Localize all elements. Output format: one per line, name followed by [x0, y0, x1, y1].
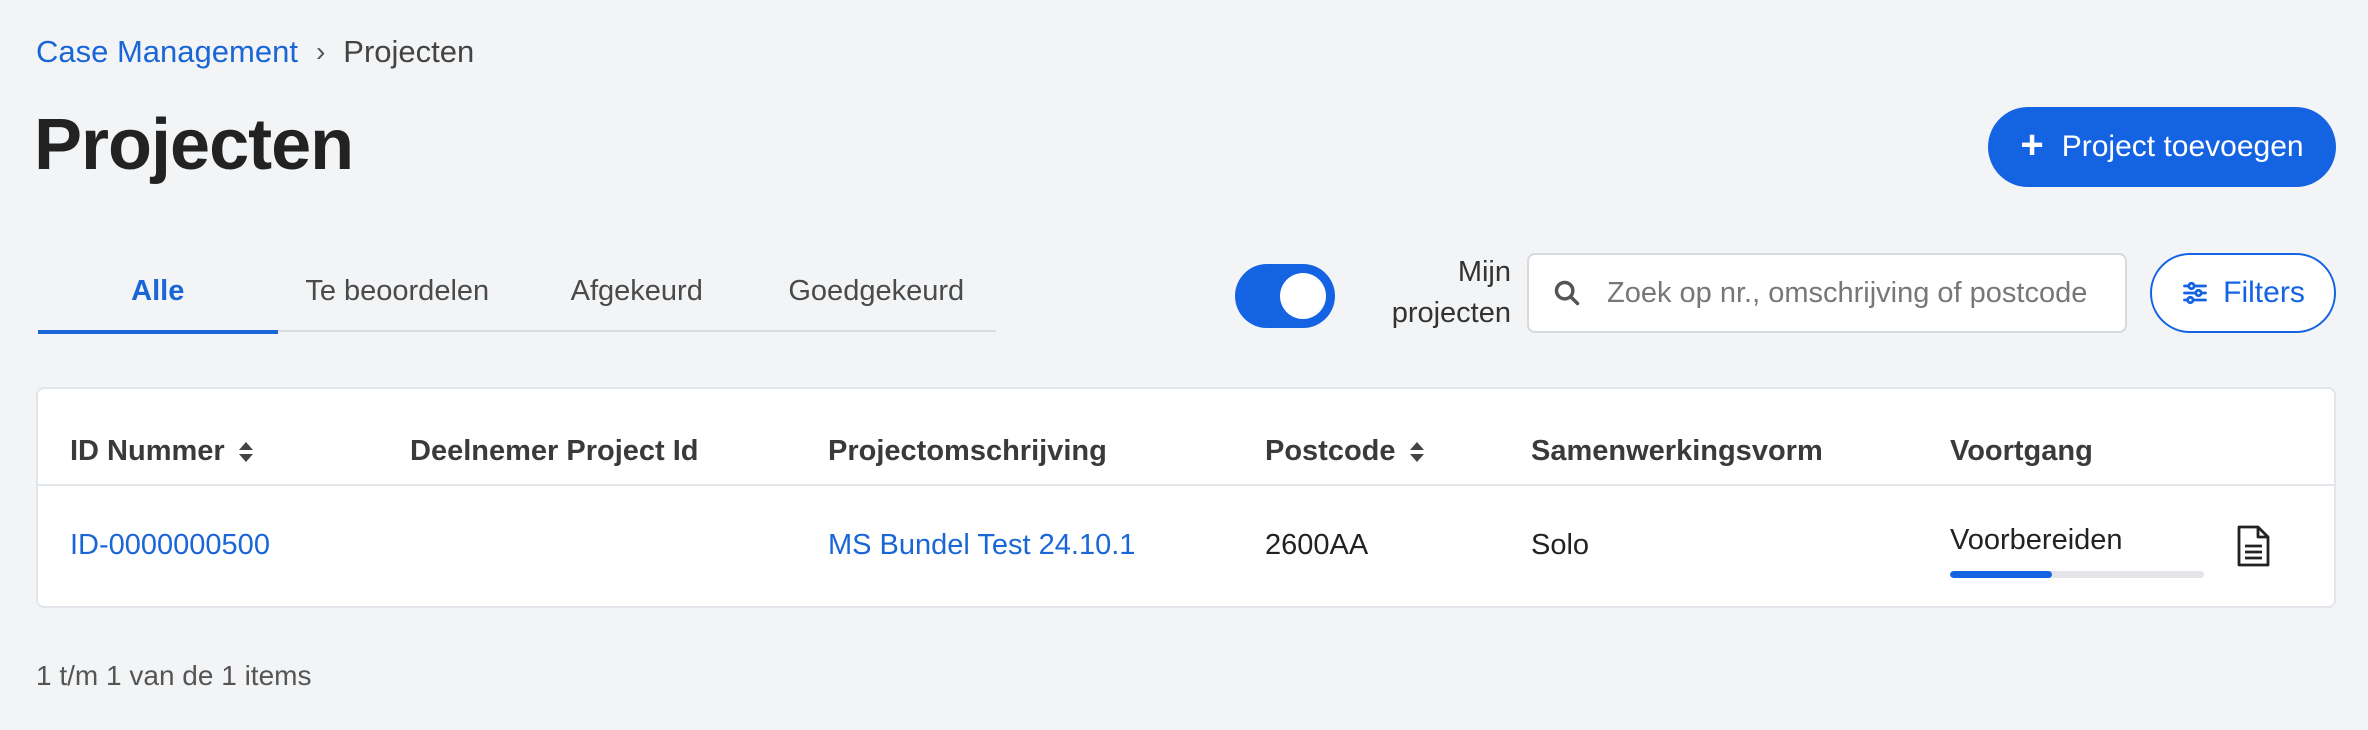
progress-label: Voorbereiden — [1950, 524, 2123, 556]
add-project-label: Project toevoegen — [2061, 130, 2304, 163]
my-projects-toggle[interactable] — [1235, 264, 1335, 328]
column-label: Samenwerkingsvorm — [1531, 435, 1823, 467]
tab-afgekeurd[interactable]: Afgekeurd — [517, 252, 757, 332]
column-deelnemer-project-id: Deelnemer Project Id — [410, 435, 699, 468]
breadcrumb-current: Projecten — [343, 34, 475, 69]
search-input[interactable] — [1607, 276, 2087, 310]
pagination-summary: 1 t/m 1 van de 1 items — [36, 660, 312, 691]
column-id-nummer[interactable]: ID Nummer — [70, 435, 253, 468]
cell-postcode: 2600AA — [1265, 529, 1369, 561]
table-header: ID Nummer Deelnemer Project Id Projectom… — [38, 389, 2334, 486]
toggle-knob — [1280, 273, 1326, 319]
sort-icon[interactable] — [1409, 441, 1424, 462]
breadcrumb-separator: › — [315, 36, 326, 67]
sliders-icon — [2183, 281, 2208, 305]
column-label: Deelnemer Project Id — [410, 435, 699, 467]
tab-te-beoordelen[interactable]: Te beoordelen — [278, 252, 518, 332]
filters-button[interactable]: Filters — [2150, 253, 2336, 333]
search-box — [1527, 253, 2127, 333]
cell-id[interactable]: ID-0000000500 — [70, 529, 270, 562]
sort-icon[interactable] — [238, 441, 253, 462]
cell-progress: Voorbereiden — [1950, 524, 2206, 578]
column-label: Voortgang — [1950, 435, 2093, 467]
breadcrumb: Case Management › Projecten — [36, 34, 474, 70]
column-label: Postcode — [1265, 435, 1396, 467]
column-projectomschrijving: Projectomschrijving — [828, 435, 1107, 468]
document-icon[interactable] — [2233, 524, 2273, 568]
column-voortgang: Voortgang — [1950, 435, 2093, 468]
projects-page: Case Management › Projecten Projecten + … — [0, 0, 2368, 730]
filters-label: Filters — [2223, 276, 2305, 309]
column-label: Projectomschrijving — [828, 435, 1107, 467]
progress-fill — [1950, 571, 2052, 578]
table-row[interactable]: ID-0000000500 MS Bundel Test 24.10.1 260… — [38, 486, 2334, 608]
cell-cooperation: Solo — [1531, 529, 1590, 561]
add-project-button[interactable]: + Project toevoegen — [1988, 107, 2336, 187]
column-postcode[interactable]: Postcode — [1265, 435, 1424, 468]
column-samenwerkingsvorm: Samenwerkingsvorm — [1531, 435, 1823, 468]
projects-table: ID Nummer Deelnemer Project Id Projectom… — [36, 387, 2336, 608]
search-icon — [1554, 280, 1580, 306]
column-label: ID Nummer — [70, 435, 225, 467]
tab-alle[interactable]: Alle — [38, 252, 278, 334]
breadcrumb-case-management[interactable]: Case Management — [36, 34, 298, 70]
my-projects-label: Mijn projecten — [1391, 256, 1511, 329]
tab-goedgekeurd[interactable]: Goedgekeurd — [757, 252, 997, 332]
status-tabs: Alle Te beoordelen Afgekeurd Goedgekeurd — [38, 252, 997, 334]
page-title: Projecten — [34, 105, 354, 185]
cell-description[interactable]: MS Bundel Test 24.10.1 — [828, 529, 1135, 562]
plus-icon: + — [2020, 123, 2044, 167]
progress-track — [1950, 571, 2204, 578]
